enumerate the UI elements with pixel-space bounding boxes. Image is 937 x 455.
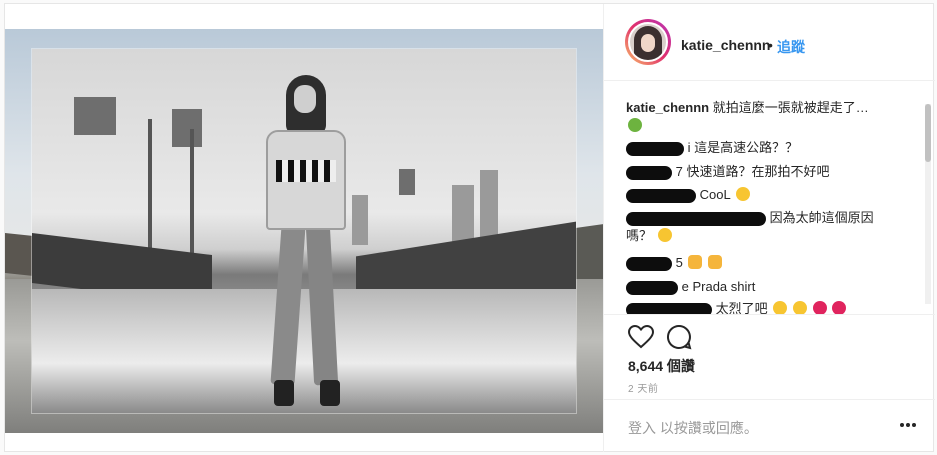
photo-road-sign (74, 97, 116, 135)
comments-scrollbar-thumb[interactable] (925, 104, 931, 162)
username-link[interactable]: katie_chennn (681, 37, 770, 53)
red-heart-icon (812, 301, 827, 314)
post-card: katie_chennn • 追蹤 katie_chennn 就拍這麼一張就被趕… (4, 3, 935, 453)
photo-inner-frame (32, 49, 576, 413)
comments-list[interactable]: katie_chennn 就拍這麼一張就被趕走了… i 這是高速公路？？ 7 快… (604, 82, 935, 314)
tongue-emoji-icon (657, 228, 672, 242)
avatar[interactable] (625, 19, 671, 65)
comment-text: 7 快速道路？在那拍不好吧 (675, 164, 830, 179)
action-bar (604, 314, 935, 354)
photo-pole (148, 119, 152, 259)
photo-pole (190, 129, 194, 259)
post-header: katie_chennn • 追蹤 (604, 4, 935, 81)
nauseated-emoji-icon (628, 118, 642, 132)
login-prompt[interactable]: 登入 以按讚或回應。 (628, 418, 758, 438)
redacted-username (626, 165, 672, 180)
photo-building (452, 185, 474, 245)
red-heart-icon (832, 301, 847, 314)
redacted-username (626, 302, 712, 314)
redacted-username (626, 256, 672, 271)
heart-icon[interactable] (628, 325, 654, 349)
comment-row: 7 快速道路？在那拍不好吧 (626, 163, 829, 181)
comment-bubble-icon[interactable] (666, 324, 692, 350)
comment-row: 太烈了吧 (626, 300, 847, 314)
photo-road-sign (399, 169, 415, 195)
comment-footer: 登入 以按讚或回應。 (604, 399, 935, 453)
comment-text: 嗎？ (626, 228, 653, 243)
likes-count[interactable]: 8,644 個讚 (628, 356, 695, 376)
follow-button[interactable]: 追蹤 (777, 37, 805, 57)
thumbs-up-icon (688, 255, 703, 269)
caption-emoji-line (626, 117, 642, 135)
comment-row: CooL (626, 186, 750, 204)
redacted-username (626, 280, 678, 295)
redacted-username (626, 188, 696, 203)
more-options-icon[interactable] (900, 422, 916, 428)
comment-row: i 這是高速公路？？ (626, 139, 798, 157)
comment-text: 太烈了吧 (715, 301, 768, 314)
caption: katie_chennn 就拍這麼一張就被趕走了… (626, 99, 869, 117)
heart-eyes-emoji-icon (792, 301, 807, 314)
comment-row: e Prada shirt (626, 278, 755, 296)
post-timestamp[interactable]: 2 天前 (628, 380, 658, 395)
comment-row: 5 (626, 254, 723, 272)
avatar-image (628, 22, 668, 62)
comment-text: e Prada shirt (681, 279, 756, 294)
comment-row-continued: 嗎？ (626, 227, 672, 245)
comment-row: 因為太帥這個原因 (626, 209, 874, 227)
comment-text: CooL (699, 187, 731, 202)
comment-text: 因為太帥這個原因 (769, 210, 874, 225)
separator-dot: • (768, 37, 773, 53)
grinning-emoji-icon (735, 187, 750, 201)
redacted-username (626, 141, 684, 156)
photo-building (352, 195, 368, 245)
photo-person (254, 75, 354, 409)
photo-road-sign (172, 109, 202, 147)
comment-text: i 這是高速公路？？ (687, 140, 799, 155)
waving-hand-icon (708, 255, 723, 269)
caption-username[interactable]: katie_chennn (626, 100, 709, 115)
post-sidebar: katie_chennn • 追蹤 katie_chennn 就拍這麼一張就被趕… (603, 4, 935, 453)
heart-eyes-emoji-icon (773, 301, 788, 314)
caption-text: 就拍這麼一張就被趕走了… (712, 100, 869, 115)
post-photo[interactable] (5, 29, 603, 433)
redacted-username (626, 211, 766, 226)
comment-text: 5 (675, 255, 683, 270)
